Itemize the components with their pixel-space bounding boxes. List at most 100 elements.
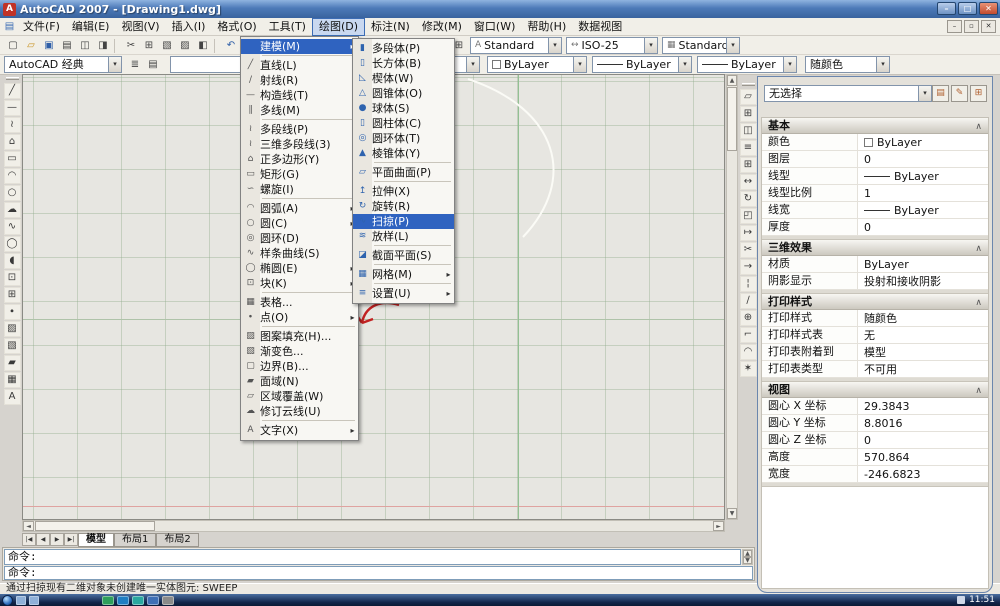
quick-select-button[interactable]: ✎ bbox=[951, 85, 968, 102]
explode-button[interactable]: ✶ bbox=[739, 361, 757, 377]
new-button[interactable]: ▢ bbox=[4, 37, 22, 54]
mdi-minimize-button[interactable]: – bbox=[947, 20, 962, 33]
ellipse-arc-button[interactable]: ◖ bbox=[3, 253, 21, 269]
command-window[interactable]: 命令: ▲ ▼ 命令: bbox=[2, 547, 755, 581]
draw-menu-item[interactable]: ∿ 样条曲线(S) bbox=[241, 246, 358, 261]
dropdown-arrow-icon[interactable]: ▾ bbox=[918, 86, 931, 101]
property-value[interactable]: 投射和接收阴影 bbox=[858, 273, 988, 289]
modeling-menu-item[interactable]: ◪ 截面平面(S) bbox=[353, 248, 454, 263]
property-value[interactable]: ByLayer bbox=[858, 202, 988, 218]
dropdown-arrow-icon[interactable]: ▾ bbox=[644, 38, 657, 53]
taskbar-app-button[interactable] bbox=[147, 595, 159, 605]
menubar-item[interactable]: 插入(I) bbox=[166, 18, 212, 36]
draw-menu-item[interactable]: ▢ 边界(B)... bbox=[241, 359, 358, 374]
scroll-up-icon[interactable]: ▲ bbox=[727, 75, 737, 86]
property-value[interactable]: 0 bbox=[858, 151, 988, 167]
tray-icon[interactable] bbox=[957, 596, 966, 604]
plotstyle-combo[interactable]: 随颜色 ▾ bbox=[805, 56, 890, 73]
erase-button[interactable]: ▱ bbox=[739, 89, 757, 105]
workspace-combo[interactable]: AutoCAD 经典 ▾ bbox=[4, 56, 122, 73]
start-button[interactable] bbox=[2, 594, 13, 606]
extend-button[interactable]: → bbox=[739, 259, 757, 275]
fillet-button[interactable]: ◠ bbox=[739, 344, 757, 360]
hatch-button[interactable]: ▨ bbox=[3, 321, 21, 337]
block-editor-button[interactable]: ◧ bbox=[194, 37, 212, 54]
scroll-right-icon[interactable]: ► bbox=[713, 521, 724, 531]
plot-button[interactable]: ▤ bbox=[58, 37, 76, 54]
pline-button[interactable]: ≀ bbox=[3, 117, 21, 133]
save-button[interactable]: ▣ bbox=[40, 37, 58, 54]
horizontal-scrollbar[interactable]: ◄ ► bbox=[22, 520, 725, 532]
draw-menu-item[interactable]: 建模(M)▸ bbox=[241, 39, 358, 54]
dropdown-arrow-icon[interactable]: ▾ bbox=[573, 57, 586, 72]
property-value[interactable]: ByLayer bbox=[858, 134, 988, 150]
select-objects-button[interactable]: ⊞ bbox=[970, 85, 987, 102]
minimize-button[interactable]: – bbox=[937, 2, 956, 15]
scale-button[interactable]: ◰ bbox=[739, 208, 757, 224]
match-properties-button[interactable]: ▨ bbox=[176, 37, 194, 54]
draw-menu-item[interactable]: ▦ 表格... bbox=[241, 295, 358, 310]
property-value[interactable]: 不可用 bbox=[858, 361, 988, 377]
layout-tab[interactable]: 模型 bbox=[78, 533, 114, 547]
modeling-menu-item[interactable]: ≋ 放样(L) bbox=[353, 229, 454, 244]
table-button[interactable]: ▦ bbox=[3, 372, 21, 388]
property-value[interactable]: 1 bbox=[858, 185, 988, 201]
layout-tab[interactable]: 布局1 bbox=[114, 533, 157, 547]
scroll-up-icon[interactable]: ▲ bbox=[743, 550, 752, 557]
taskbar-app-button[interactable] bbox=[162, 595, 174, 605]
draw-menu-item[interactable]: ∙ 点(O) ▸ bbox=[241, 310, 358, 325]
draw-menu-item[interactable]: A 文字(X) ▸ bbox=[241, 423, 358, 438]
draw-menu-item[interactable]: ○圆(C)▸ bbox=[241, 216, 358, 231]
dropdown-arrow-icon[interactable]: ▾ bbox=[678, 57, 691, 72]
draw-menu-item[interactable]: ∥ 多线(M) bbox=[241, 103, 358, 118]
property-value[interactable]: 570.864 bbox=[858, 449, 988, 465]
scroll-down-icon[interactable]: ▼ bbox=[727, 508, 737, 519]
draw-menu-item[interactable]: ⌂ 正多边形(Y) bbox=[241, 152, 358, 167]
draw-menu-item[interactable]: ◯椭圆(E)▸ bbox=[241, 261, 358, 276]
titlebar[interactable]: A AutoCAD 2007 - [Drawing1.dwg] – □ ✕ bbox=[0, 0, 1000, 18]
modeling-menu-item[interactable]: ▮ 多段体(P) bbox=[353, 41, 454, 56]
draw-menu-item[interactable]: ◎ 圆环(D) bbox=[241, 231, 358, 246]
palette-section-header[interactable]: 基本 ∧ bbox=[762, 118, 988, 134]
taskbar-app-button[interactable] bbox=[117, 595, 129, 605]
command-history[interactable]: 命令: bbox=[4, 549, 741, 565]
menubar-item[interactable]: 绘图(D) bbox=[311, 17, 366, 36]
close-button[interactable]: ✕ bbox=[979, 2, 998, 15]
property-value[interactable]: 无 bbox=[858, 327, 988, 343]
palette-section-header[interactable]: 打印样式 ∧ bbox=[762, 294, 988, 310]
break-button[interactable]: ∕ bbox=[739, 293, 757, 309]
undo-button[interactable]: ↶ bbox=[222, 37, 240, 54]
modeling-menu-item[interactable]: ◎ 圆环体(T) bbox=[353, 131, 454, 146]
rotate-button[interactable]: ↻ bbox=[739, 191, 757, 207]
copy-button[interactable]: ⊞ bbox=[140, 37, 158, 54]
break-at-point-button[interactable]: ¦ bbox=[739, 276, 757, 292]
modeling-menu-item[interactable]: ▯ 长方体(B) bbox=[353, 56, 454, 71]
dropdown-arrow-icon[interactable]: ▾ bbox=[466, 57, 479, 72]
layer-states-button[interactable]: ▤ bbox=[144, 56, 162, 73]
property-value[interactable]: ByLayer bbox=[858, 168, 988, 184]
menubar-item[interactable]: 格式(O) bbox=[211, 18, 262, 36]
modeling-menu-item[interactable]: ▯ 圆柱体(C) bbox=[353, 116, 454, 131]
menubar-item[interactable]: 窗口(W) bbox=[468, 18, 521, 36]
maximize-button[interactable]: □ bbox=[958, 2, 977, 15]
modeling-menu-item[interactable]: ↻ 旋转(R) bbox=[353, 199, 454, 214]
lineweight-combo[interactable]: ByLayer ▾ bbox=[697, 56, 797, 73]
trim-button[interactable]: ✂ bbox=[739, 242, 757, 258]
region-button[interactable]: ▰ bbox=[3, 355, 21, 371]
property-value[interactable]: 随颜色 bbox=[858, 310, 988, 326]
open-button[interactable]: ▱ bbox=[22, 37, 40, 54]
palette-section-header[interactable]: 视图 ∧ bbox=[762, 382, 988, 398]
command-input[interactable]: 命令: bbox=[4, 566, 753, 580]
modeling-menu-item[interactable]: ▲ 棱锥体(Y) bbox=[353, 146, 454, 161]
taskbar-app-button[interactable] bbox=[132, 595, 144, 605]
modeling-menu-item[interactable]: ● 球体(S) bbox=[353, 101, 454, 116]
dropdown-arrow-icon[interactable]: ▾ bbox=[783, 57, 796, 72]
menubar-item[interactable]: 数据视图 bbox=[572, 18, 628, 36]
draw-menu-item[interactable]: ╱ 直线(L) bbox=[241, 58, 358, 73]
draw-menu-item[interactable]: ▨ 图案填充(H)... bbox=[241, 329, 358, 344]
mdi-restore-button[interactable]: ▫ bbox=[964, 20, 979, 33]
scrollbar-thumb[interactable] bbox=[35, 521, 155, 531]
insert-block-button[interactable]: ⊡ bbox=[3, 270, 21, 286]
property-value[interactable]: 模型 bbox=[858, 344, 988, 360]
menubar-item[interactable]: 工具(T) bbox=[263, 18, 312, 36]
